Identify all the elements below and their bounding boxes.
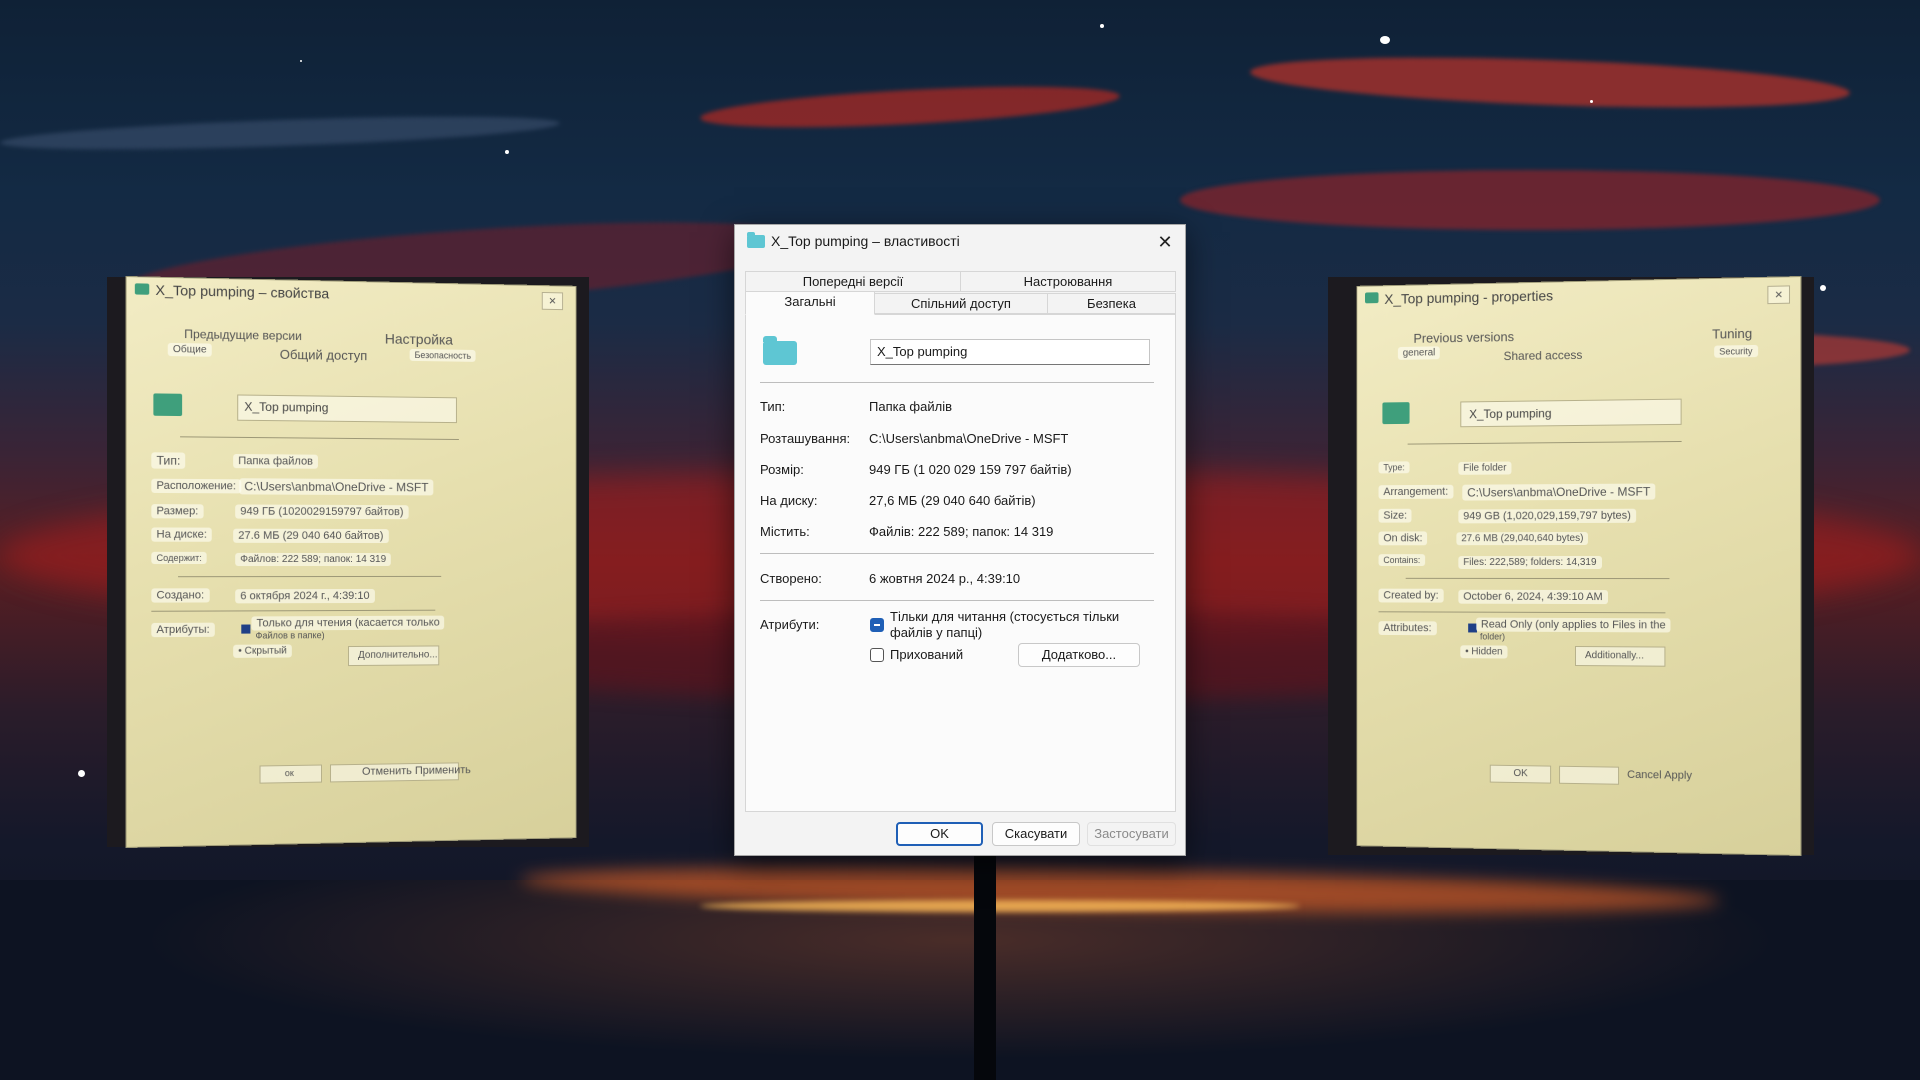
folder-icon-large: [1382, 402, 1410, 425]
right-type-label: Type:: [1378, 461, 1410, 474]
right-ok-label: OK: [1513, 768, 1528, 780]
tab-customize[interactable]: Настроювання: [960, 271, 1176, 292]
left-contains-label: Содержит:: [151, 551, 207, 565]
left-disk-value: 27.6 МБ (29 040 640 байтов): [233, 528, 389, 544]
folder-icon: [747, 232, 765, 248]
window-title: X_Top pumping – властивості: [771, 233, 960, 249]
right-tab-general: general: [1397, 346, 1441, 360]
size-value: 949 ГБ (1 020 029 159 797 байтів): [869, 462, 1072, 477]
right-tab-previous: Previous versions: [1413, 329, 1515, 346]
left-tab-security: Безопасность: [409, 348, 476, 362]
left-readonly-line2: Файлов в папке): [255, 630, 325, 641]
cancel-button[interactable]: Скасувати: [992, 822, 1080, 846]
left-hidden: • Скрытый: [233, 644, 292, 658]
right-size-value: 949 GB (1,020,029,159,797 bytes): [1458, 508, 1636, 524]
right-contains-value: Files: 222,589; folders: 14,319: [1458, 555, 1602, 570]
location-label: Розташування:: [760, 431, 851, 446]
general-tab-page: X_Top pumping Тип: Папка файлів Розташув…: [745, 314, 1176, 812]
tab-previous-versions[interactable]: Попередні версії: [745, 271, 961, 292]
right-contains-label: Contains:: [1378, 554, 1426, 566]
left-tab-customize: Настройка: [384, 330, 453, 348]
right-readonly-line2: folder): [1479, 631, 1506, 642]
left-disk-label: На диске:: [151, 527, 213, 542]
disk-size-label: На диску:: [760, 493, 818, 508]
apply-button: Застосувати: [1087, 822, 1176, 846]
right-cancel-strip: [1559, 765, 1620, 785]
left-location-value: C:\Users\anbma\OneDrive - MSFT: [239, 478, 434, 496]
left-size-label: Размер:: [151, 504, 204, 519]
left-advanced-label: Дополнительно...: [357, 649, 438, 661]
left-ok-label: ок: [284, 767, 294, 779]
folder-icon: [134, 283, 150, 295]
right-arrangement-label: Arrangement:: [1378, 484, 1454, 500]
right-created-label: Created by:: [1378, 588, 1444, 603]
left-name: X_Top pumping: [244, 399, 329, 415]
type-value: Папка файлів: [869, 399, 952, 414]
size-label: Розмір:: [760, 462, 804, 477]
contains-value: Файлів: 222 589; папок: 14 319: [869, 524, 1054, 539]
left-attributes-label: Атрибуты:: [151, 622, 215, 638]
close-button[interactable]: ✕: [1151, 228, 1179, 256]
right-cancel-apply: Cancel Apply: [1627, 768, 1692, 782]
right-tab-shared: Shared access: [1503, 347, 1583, 364]
hidden-label: Прихований: [890, 647, 964, 662]
right-title: X_Top pumping - properties: [1384, 287, 1554, 307]
left-created-label: Создано:: [151, 588, 210, 603]
attributes-label: Атрибути:: [760, 617, 820, 632]
readonly-checkbox[interactable]: [870, 618, 884, 632]
folder-name-input[interactable]: X_Top pumping: [870, 339, 1150, 365]
type-label: Тип:: [760, 399, 786, 414]
disk-size-value: 27,6 МБ (29 040 640 байтів): [869, 493, 1036, 508]
tab-sharing[interactable]: Спільний доступ: [874, 293, 1048, 314]
right-tab-security: Security: [1714, 344, 1758, 358]
right-arrangement-value: C:\Users\anbma\OneDrive - MSFT: [1462, 483, 1656, 501]
right-type-value: File folder: [1458, 461, 1512, 475]
right-disk-label: On disk:: [1378, 531, 1428, 546]
right-advanced-label: Additionally...: [1584, 650, 1644, 662]
folder-icon-large: [763, 336, 797, 365]
left-size-value: 949 ГБ (1020029159797 байтов): [235, 504, 409, 520]
left-tab-sharing: Общий доступ: [279, 346, 368, 364]
ok-button[interactable]: OK: [896, 822, 983, 846]
left-type-value: Папка файлов: [233, 453, 319, 469]
right-readonly-line1: Read Only (only applies to Files in the: [1476, 617, 1671, 633]
created-label: Створено:: [760, 571, 822, 586]
right-attributes-label: Attributes:: [1378, 621, 1437, 636]
readonly-label-line1: Тільки для читання (стосується тільки: [890, 609, 1120, 624]
contains-label: Містить:: [760, 524, 810, 539]
folder-icon: [1365, 292, 1379, 304]
folder-icon-large: [153, 393, 183, 417]
hidden-checkbox[interactable]: [870, 648, 884, 662]
right-created-value: October 6, 2024, 4:39:10 AM: [1458, 589, 1608, 605]
left-tab-general: Общие: [167, 342, 212, 357]
close-icon: ×: [1767, 285, 1791, 305]
left-contains-value: Файлов: 222 589; папок: 14 319: [235, 552, 392, 567]
right-name: X_Top pumping: [1469, 406, 1552, 422]
left-readonly-checkbox: [241, 624, 251, 634]
advanced-button[interactable]: Додатково...: [1018, 643, 1140, 667]
left-tab-previous: Предыдущие версии: [184, 326, 302, 344]
readonly-label-line2: файлів у папці): [890, 625, 983, 640]
close-icon: ×: [541, 291, 564, 311]
left-cancel-apply: Отменить Применить: [361, 764, 471, 778]
created-value: 6 жовтня 2024 р., 4:39:10: [869, 571, 1021, 586]
right-size-label: Size:: [1378, 508, 1412, 523]
properties-dialog: X_Top pumping – властивості ✕ Попередні …: [734, 224, 1186, 856]
left-location-label: Расположение:: [151, 478, 242, 494]
title-bar[interactable]: X_Top pumping – властивості ✕: [735, 225, 1185, 259]
left-type-label: Тип:: [151, 452, 186, 469]
left-title: X_Top pumping – свойства: [155, 281, 330, 302]
right-hidden: • Hidden: [1460, 645, 1508, 659]
right-disk-value: 27.6 MB (29,040,640 bytes): [1456, 531, 1589, 546]
tab-security[interactable]: Безпека: [1047, 293, 1176, 314]
left-created-value: 6 октября 2024 г., 4:39:10: [235, 588, 375, 604]
tab-general[interactable]: Загальні: [745, 291, 875, 315]
left-properties-photo: X_Top pumping – свойства × Предыдущие ве…: [107, 275, 589, 849]
right-properties-photo: X_Top pumping - properties × Previous ve…: [1328, 275, 1814, 857]
right-tab-tuning: Tuning: [1712, 325, 1753, 342]
left-readonly-line1: Только для чтения (касается только: [251, 615, 445, 631]
location-value: C:\Users\anbma\OneDrive - MSFT: [869, 431, 1069, 446]
